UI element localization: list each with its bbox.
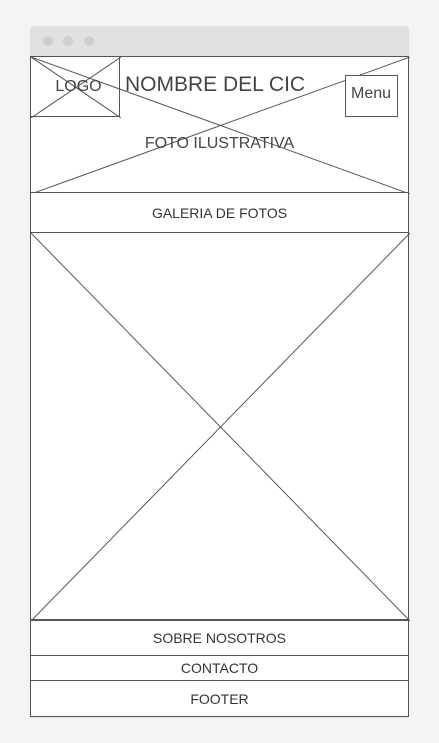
window-dot-icon[interactable] [63, 36, 73, 46]
image-placeholder-icon [31, 233, 410, 621]
contact-section-link[interactable]: CONTACTO [30, 655, 409, 681]
hero-label: FOTO ILUSTRATIVA [144, 135, 295, 152]
contact-section-label: CONTACTO [180, 660, 259, 676]
page-footer: FOOTER [30, 680, 409, 717]
gallery-heading: GALERIA DE FOTOS [30, 192, 409, 233]
logo-label: LOGO [55, 78, 102, 95]
footer-label: FOOTER [190, 690, 249, 707]
about-section-link[interactable]: SOBRE NOSOTROS [30, 620, 409, 656]
window-dot-icon[interactable] [43, 36, 53, 46]
gallery-image-placeholder [30, 232, 410, 621]
browser-window: LOGO NOMBRE DEL CIC Menu FOTO ILUSTRATIV… [30, 26, 410, 717]
menu-button-label[interactable]: Menu [345, 85, 397, 103]
site-title: NOMBRE DEL CIC [125, 73, 306, 96]
window-titlebar [30, 26, 409, 56]
window-dot-icon[interactable] [84, 36, 94, 46]
about-section-label: SOBRE NOSOTROS [152, 630, 287, 646]
gallery-heading-label: GALERIA DE FOTOS [151, 204, 288, 221]
